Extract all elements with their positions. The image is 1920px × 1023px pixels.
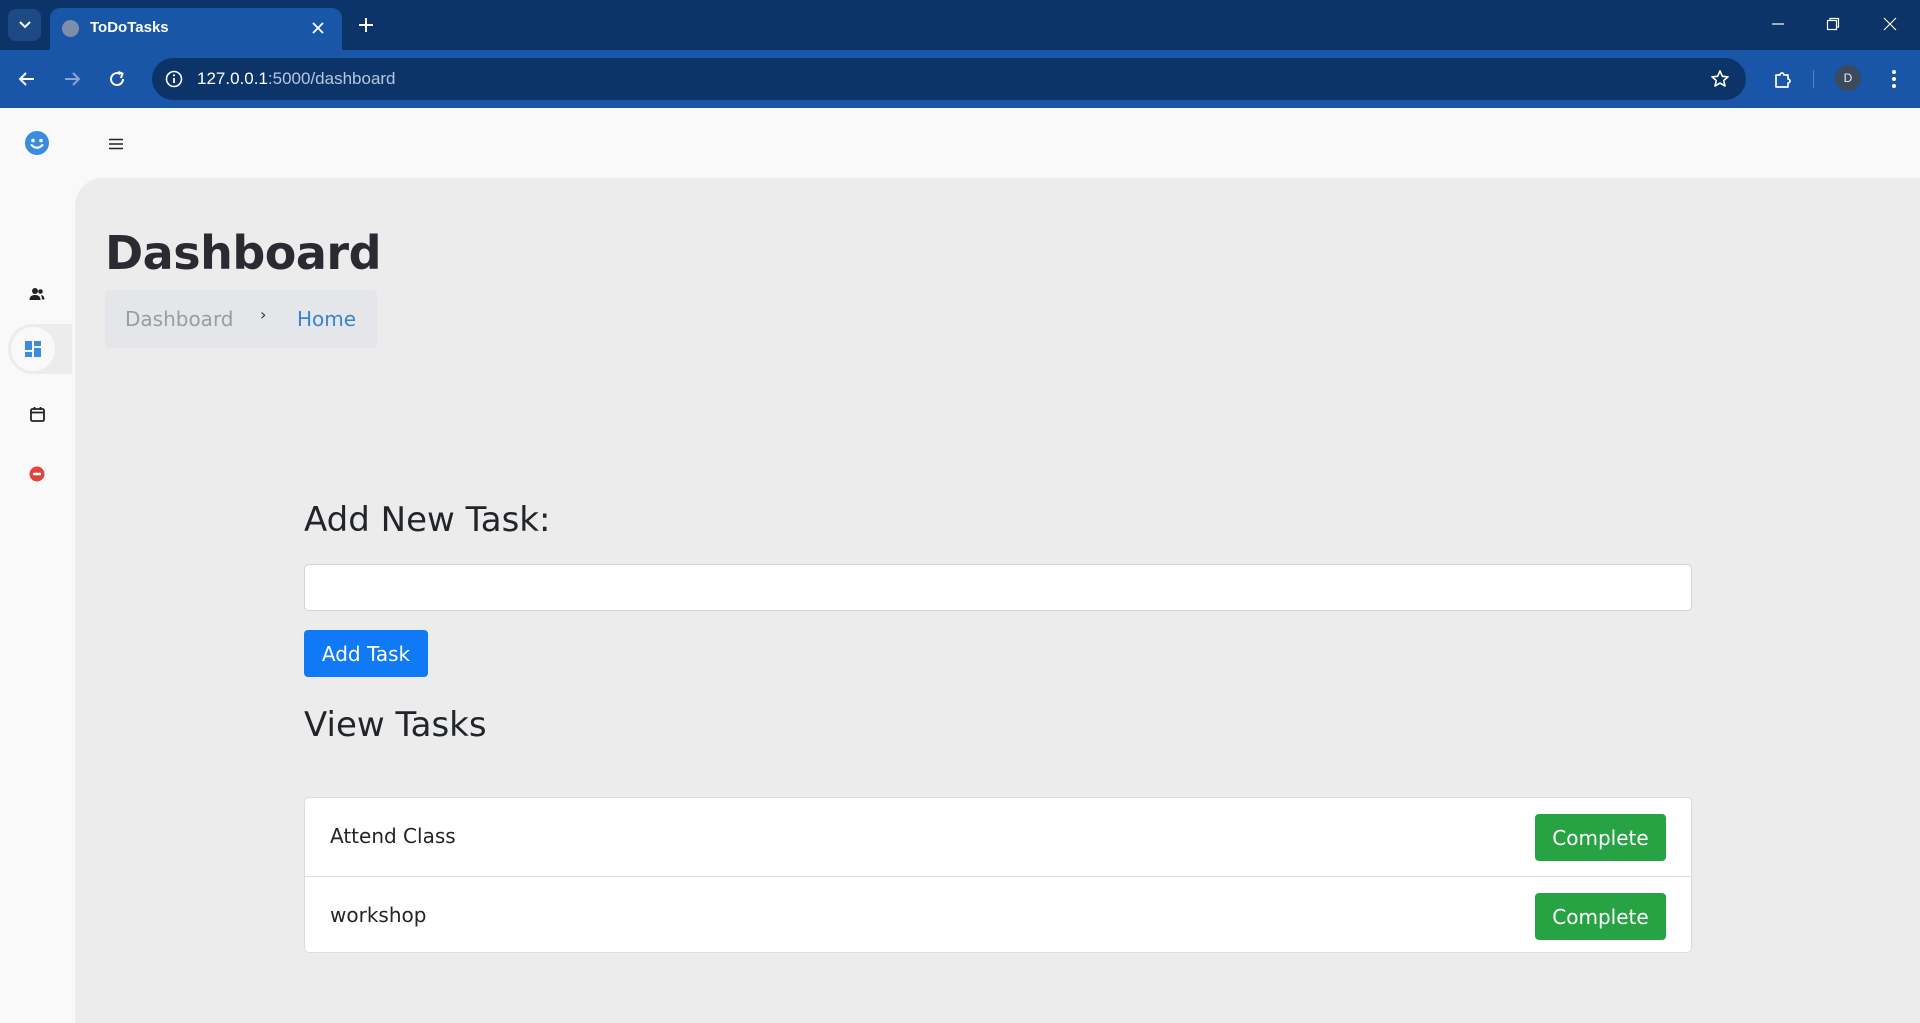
breadcrumb-parent[interactable]: Dashboard [125,307,234,331]
profile-avatar[interactable]: D [1835,65,1861,91]
breadcrumb-separator: › [260,305,267,324]
puzzle-icon [1775,72,1791,88]
reload-button[interactable] [101,63,133,95]
browser-tab-bar: ToDoTasks [0,0,1920,50]
close-icon [312,22,324,34]
logout-icon [29,466,45,482]
complete-task-button[interactable]: Complete [1535,893,1666,940]
task-name: Attend Class [330,824,456,848]
sidebar-item-dashboard[interactable] [8,324,72,374]
task-list: Attend Class Complete workshop Complete [304,797,1692,953]
back-button[interactable] [11,63,43,95]
add-task-heading: Add New Task: [304,500,551,540]
tab-search-button[interactable] [8,9,41,41]
plus-icon [359,18,373,32]
chevron-down-icon [18,21,31,29]
bookmark-star-icon[interactable] [1708,67,1732,91]
new-task-input[interactable] [304,564,1692,611]
users-icon [29,288,45,300]
globe-icon [62,20,79,37]
toolbar-divider [1813,70,1814,88]
restore-icon [1826,17,1840,31]
minimize-button[interactable] [1760,10,1796,38]
hamburger-icon [109,138,123,150]
sidebar-item-calendar[interactable] [12,389,62,439]
breadcrumb-current[interactable]: Home [297,307,356,331]
tab-title: ToDoTasks [90,19,169,36]
sidebar-toggle-button[interactable] [104,132,128,156]
main-content: Dashboard Dashboard › Home Add New Task:… [75,178,1920,1023]
task-row: workshop Complete [305,876,1691,954]
arrow-right-icon [65,72,81,86]
app-root: Dashboard Dashboard › Home Add New Task:… [0,108,1920,1023]
close-icon [1883,17,1897,31]
calendar-icon [29,407,45,422]
task-row: Attend Class Complete [305,798,1691,876]
extensions-button[interactable] [1767,63,1799,95]
sidebar-item-users[interactable] [12,269,62,319]
site-info-icon[interactable] [162,67,186,91]
task-name: workshop [330,903,427,927]
url-path: :5000/dashboard [267,69,396,88]
view-tasks-heading: View Tasks [304,705,487,745]
browser-tab[interactable]: ToDoTasks [50,8,342,50]
arrow-left-icon [18,72,34,86]
browser-toolbar: 127.0.0.1:5000/dashboard D [0,50,1920,108]
browser-menu-button[interactable] [1878,63,1910,95]
page-title: Dashboard [105,226,382,280]
tab-close-button[interactable] [306,16,330,40]
breadcrumb: Dashboard › Home [105,290,377,348]
url-text[interactable]: 127.0.0.1:5000/dashboard [197,69,396,89]
forward-button[interactable] [56,63,88,95]
kebab-menu-icon [1892,70,1896,88]
sidebar-active-indicator [11,327,55,371]
restore-button[interactable] [1815,10,1851,38]
sidebar-item-logout[interactable] [12,449,62,499]
new-tab-button[interactable] [352,11,380,39]
address-bar[interactable]: 127.0.0.1:5000/dashboard [152,58,1746,100]
smiley-icon[interactable] [24,130,50,156]
complete-task-button[interactable]: Complete [1535,814,1666,861]
close-window-button[interactable] [1872,10,1908,38]
reload-icon [110,71,125,87]
add-task-button[interactable]: Add Task [304,630,428,677]
url-host: 127.0.0.1 [197,69,268,88]
dashboard-icon [25,341,41,357]
minimize-icon [1772,23,1784,25]
